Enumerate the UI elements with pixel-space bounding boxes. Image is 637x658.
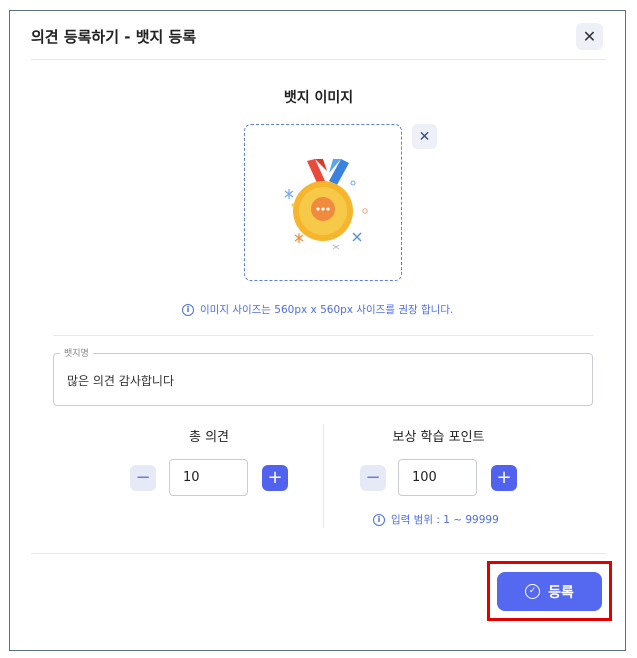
badge-name-label: 뱃지명 (60, 346, 93, 359)
total-opinions-value: 10 (183, 470, 200, 485)
close-button[interactable]: ✕ (576, 23, 603, 50)
image-size-info: i 이미지 사이즈는 560px x 560px 사이즈를 권장 합니다. (182, 302, 453, 317)
reward-range-text: 입력 범위 : 1 ~ 99999 (391, 514, 499, 526)
close-icon: ✕ (418, 128, 431, 145)
dialog-title: 의견 등록하기 - 뱃지 등록 (31, 28, 197, 46)
info-icon: i (373, 513, 385, 526)
minus-icon: − (365, 467, 381, 488)
plus-icon: + (496, 467, 512, 488)
submit-button[interactable]: ✓ 등록 (497, 572, 602, 611)
plus-icon: + (267, 467, 283, 488)
total-opinions-input[interactable]: 10 (169, 459, 248, 496)
minus-icon: − (135, 467, 151, 488)
medal-icon (284, 159, 368, 250)
reward-range-info: i 입력 범위 : 1 ~ 99999 (373, 512, 499, 527)
total-opinions-increment-button[interactable]: + (262, 465, 288, 491)
remove-image-button[interactable]: ✕ (412, 124, 437, 149)
badge-name-value: 많은 의견 감사합니다 (67, 374, 174, 388)
header-divider (31, 59, 606, 60)
footer-divider (31, 553, 606, 554)
reward-points-label: 보상 학습 포인트 (392, 430, 485, 445)
submit-label: 등록 (548, 584, 574, 601)
image-size-info-text: 이미지 사이즈는 560px x 560px 사이즈를 권장 합니다. (200, 304, 454, 316)
badge-image-title: 뱃지 이미지 (283, 90, 354, 106)
total-opinions-label: 총 의견 (188, 430, 229, 445)
close-icon: ✕ (582, 27, 597, 46)
section-divider (53, 335, 593, 336)
check-circle-icon: ✓ (525, 584, 541, 599)
info-icon: i (182, 303, 194, 316)
total-opinions-decrement-button[interactable]: − (130, 465, 156, 491)
reward-points-decrement-button[interactable]: − (360, 465, 386, 491)
column-divider (323, 424, 324, 528)
badge-image-upload[interactable] (244, 124, 402, 281)
reward-points-increment-button[interactable]: + (491, 465, 517, 491)
reward-points-input[interactable]: 100 (398, 459, 477, 496)
reward-points-value: 100 (412, 470, 437, 485)
